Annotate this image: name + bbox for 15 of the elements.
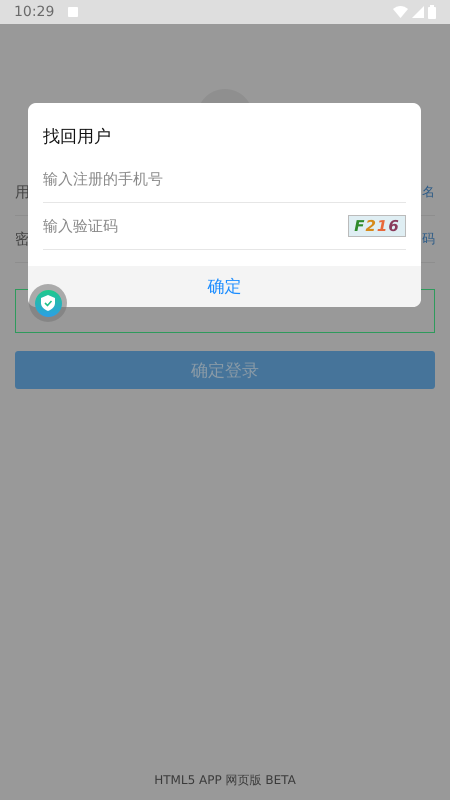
confirm-button[interactable]: 确定 [28,266,421,307]
username-link[interactable]: 名 [422,183,435,201]
status-time: 10:29 [14,4,54,20]
login-button[interactable]: 确定登录 [15,351,435,389]
dialog-title: 找回用户 [43,126,112,148]
wifi-icon [393,6,408,18]
battery-icon [428,5,436,19]
shield-icon[interactable] [41,295,55,311]
input-field[interactable]: 输入验证码 [43,217,348,235]
signal-icon [412,6,424,18]
password-link[interactable]: 码 [422,230,435,248]
footer-text: HTML5 APP 网页版 BETA [154,772,296,788]
captcha-image[interactable]: F216 [348,215,406,237]
input-field[interactable]: 输入注册的手机号 [43,170,406,188]
notification-icon [68,7,78,17]
